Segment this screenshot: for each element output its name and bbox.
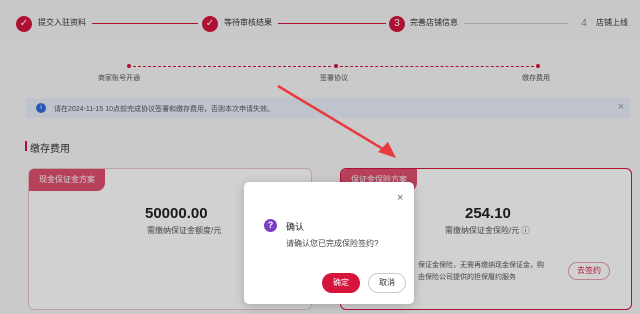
confirm-button[interactable]: 确定 [322, 273, 360, 293]
cancel-button[interactable]: 取消 [368, 273, 406, 293]
question-icon: ? [264, 219, 277, 232]
dialog-message: 请确认您已完成保险签约? [286, 239, 379, 248]
close-icon[interactable]: × [397, 192, 403, 204]
confirm-dialog: × ? 确认 请确认您已完成保险签约? 确定 取消 [244, 182, 414, 304]
dialog-title: 确认 [286, 222, 305, 232]
annotation-arrow-icon [277, 84, 396, 158]
